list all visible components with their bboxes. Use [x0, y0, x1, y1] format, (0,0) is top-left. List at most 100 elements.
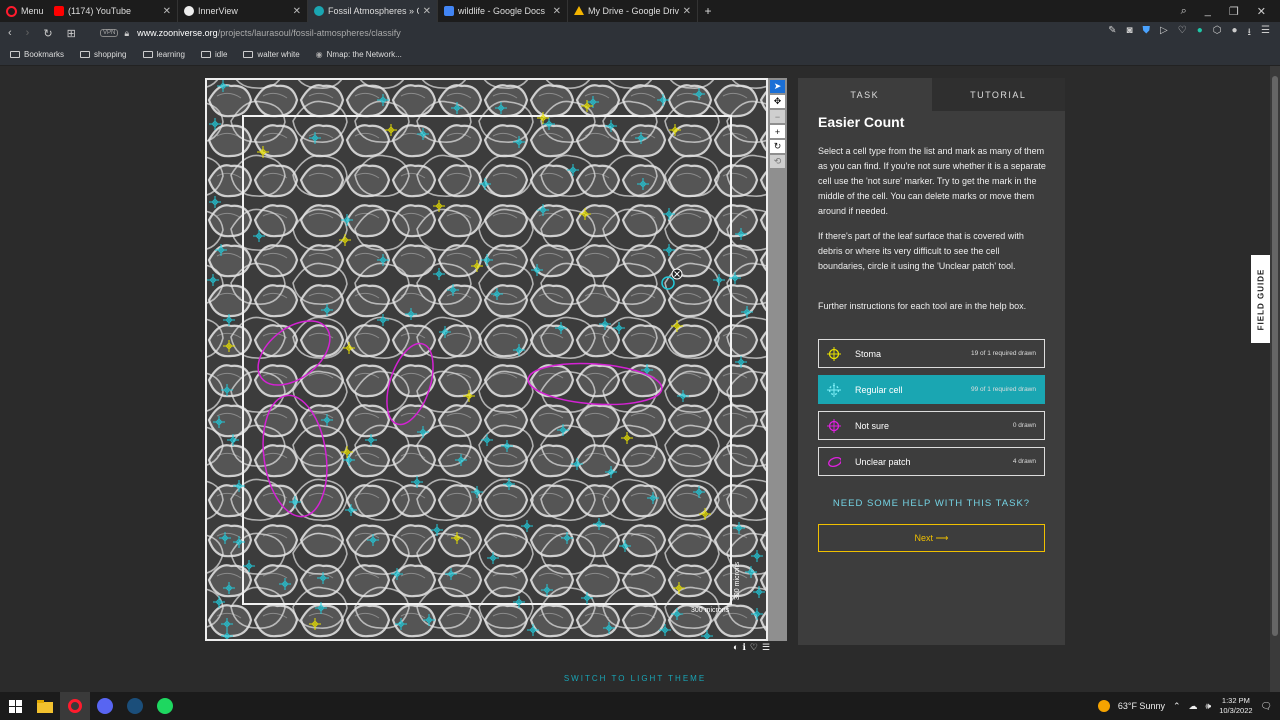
download-icon[interactable]: ⭳ — [1248, 25, 1252, 42]
browser-tabbar: Menu (1174) YouTube ✕ InnerView ✕ Fossil… — [0, 0, 1280, 22]
tabs-grid-icon[interactable]: ⊞ — [67, 27, 76, 40]
tab-tutorial[interactable]: TUTORIAL — [931, 78, 1065, 111]
tool-not-sure[interactable]: Not sure 0 drawn — [818, 411, 1045, 440]
heart-icon[interactable]: ♡ — [1178, 25, 1187, 42]
start-button[interactable] — [0, 692, 30, 720]
camera-icon[interactable]: ◙ — [1126, 25, 1132, 42]
field-guide-button[interactable]: FIELD GUIDE — [1251, 255, 1270, 343]
bookmark-folder[interactable]: walter white — [243, 50, 300, 59]
edit-icon[interactable]: ✎ — [1108, 25, 1116, 42]
scale-label-y: 300 microns — [734, 561, 741, 600]
zoom-out-icon[interactable]: − — [770, 110, 785, 123]
subject-image[interactable]: 300 microns 300 microns — [205, 78, 768, 641]
tool-stoma[interactable]: Stoma 19 of 1 required drawn — [818, 339, 1045, 368]
address-bar: ‹ › ↻ ⊞ VPN 🔒︎ www.zooniverse.org/projec… — [0, 22, 1280, 44]
minimize-icon[interactable]: _ — [1205, 5, 1211, 18]
bookmark-folder[interactable]: shopping — [80, 50, 127, 59]
opera-icon — [6, 5, 17, 17]
new-tab-button[interactable]: + — [698, 4, 718, 18]
innerview-icon — [184, 6, 194, 16]
tab-google-docs[interactable]: wildlife - Google Docs ✕ — [438, 0, 568, 22]
tool-unclear-patch[interactable]: Unclear patch 4 drawn — [818, 447, 1045, 476]
next-button[interactable]: Next ⟶ — [818, 524, 1045, 552]
bookmark-link[interactable]: ◉ Nmap: the Network... — [316, 50, 402, 59]
close-tab-icon[interactable]: ✕ — [163, 6, 171, 17]
task-title: Easier Count — [818, 114, 905, 130]
weather-icon[interactable] — [1097, 700, 1110, 712]
extension-a-icon[interactable]: ● — [1197, 25, 1203, 42]
send-icon[interactable]: ▷ — [1160, 25, 1168, 42]
back-icon[interactable]: ‹ — [8, 27, 12, 40]
spotify-icon[interactable] — [150, 692, 180, 720]
windows-icon — [8, 699, 22, 713]
close-tab-icon[interactable]: ✕ — [423, 6, 431, 17]
close-tab-icon[interactable]: ✕ — [683, 6, 691, 17]
opera-taskbar-icon[interactable] — [60, 692, 90, 720]
search-tabs-icon[interactable]: ⌕ — [1181, 5, 1187, 18]
nmap-eye-icon: ◉ — [315, 50, 323, 59]
help-link[interactable]: NEED SOME HELP WITH THIS TASK? — [818, 498, 1045, 509]
close-window-icon[interactable]: ✕ — [1257, 5, 1266, 18]
chevron-up-icon[interactable]: ⌃ — [1173, 701, 1181, 712]
page-scrollbar[interactable] — [1270, 66, 1280, 692]
bookmark-folder[interactable]: idle — [200, 50, 227, 59]
steam-icon[interactable] — [120, 692, 150, 720]
close-tab-icon[interactable]: ✕ — [293, 6, 301, 17]
restore-icon[interactable]: ❐ — [1229, 5, 1239, 18]
system-tray: 63°F Sunny ⌃ ☁ 🕪︎ 1:32 PM 10/3/2022 🗨︎ — [1097, 696, 1280, 716]
google-docs-icon — [444, 6, 454, 16]
url-field[interactable]: www.zooniverse.org/projects/laurasoul/fo… — [137, 28, 401, 38]
cube-icon[interactable]: ⬡ — [1213, 25, 1222, 42]
move-tool-icon[interactable]: ✥ — [770, 95, 785, 108]
tab-fossil-atmospheres[interactable]: Fossil Atmospheres » Class ✕ — [308, 0, 438, 22]
lock-icon: 🔒︎ — [124, 27, 130, 38]
crosshair-icon — [827, 382, 841, 397]
favorite-icon[interactable]: ♡ — [750, 642, 758, 653]
switch-theme-link[interactable]: SWITCH TO LIGHT THEME — [0, 674, 1270, 683]
marking-canvas[interactable]: 300 microns 300 microns — [207, 80, 766, 639]
bookmark-folder[interactable]: Bookmarks — [10, 50, 64, 59]
forward-icon[interactable]: › — [26, 27, 30, 40]
bookmark-folder[interactable]: learning — [142, 50, 185, 59]
notifications-icon[interactable]: 🗨︎ — [1261, 701, 1272, 712]
invert-icon[interactable]: ◐ — [733, 642, 738, 653]
shield-icon[interactable]: ⛊ — [1143, 25, 1151, 42]
bookmarks-bar: Bookmarks shopping learning idle walter … — [0, 44, 1280, 66]
easy-setup-icon[interactable]: ☰ — [1261, 25, 1270, 42]
profile-icon[interactable]: ● — [1231, 25, 1237, 42]
network-icon[interactable]: ☁ — [1189, 701, 1198, 712]
scale-label-x: 300 microns — [691, 607, 730, 614]
rotate-icon[interactable]: ↻ — [770, 140, 785, 153]
image-toolstrip: ➤ ✥ − + ↻ ⟲ — [768, 78, 787, 641]
tab-innerview[interactable]: InnerView ✕ — [178, 0, 308, 22]
google-drive-icon — [574, 6, 584, 15]
reload-icon[interactable]: ↻ — [43, 27, 52, 40]
close-tab-icon[interactable]: ✕ — [553, 6, 561, 17]
folder-icon — [243, 51, 254, 58]
discord-icon[interactable] — [90, 692, 120, 720]
windows-taskbar: 63°F Sunny ⌃ ☁ 🕪︎ 1:32 PM 10/3/2022 🗨︎ — [0, 692, 1280, 720]
task-panel: TASK TUTORIAL Easier Count Select a cell… — [798, 78, 1065, 645]
zoom-in-icon[interactable]: + — [770, 125, 785, 138]
weather-text[interactable]: 63°F Sunny — [1118, 701, 1165, 711]
crosshair-icon — [827, 346, 841, 361]
tab-task[interactable]: TASK — [798, 78, 932, 111]
info-icon[interactable]: ℹ — [742, 642, 745, 653]
collect-icon[interactable]: ☰ — [762, 642, 770, 653]
clock[interactable]: 1:32 PM 10/3/2022 — [1219, 696, 1252, 716]
tab-youtube[interactable]: (1174) YouTube ✕ — [48, 0, 178, 22]
youtube-icon — [54, 6, 64, 16]
task-instructions-unclear: If there's part of the leaf surface that… — [818, 231, 1024, 271]
folder-icon — [200, 51, 211, 58]
pointer-tool-icon[interactable]: ➤ — [770, 80, 785, 93]
reset-icon[interactable]: ⟲ — [770, 155, 785, 168]
zooniverse-icon — [314, 6, 324, 16]
tab-google-drive[interactable]: My Drive - Google Drive ✕ — [568, 0, 698, 22]
opera-menu-button[interactable]: Menu — [0, 0, 48, 22]
file-explorer-icon[interactable] — [30, 692, 60, 720]
vpn-badge[interactable]: VPN — [100, 29, 119, 37]
volume-icon[interactable]: 🕪︎ — [1206, 701, 1212, 712]
tool-regular-cell[interactable]: Regular cell 99 of 1 required drawn — [818, 375, 1045, 404]
folder-icon — [80, 51, 91, 58]
task-instructions-help: Further instructions for each tool are i… — [818, 301, 1027, 311]
